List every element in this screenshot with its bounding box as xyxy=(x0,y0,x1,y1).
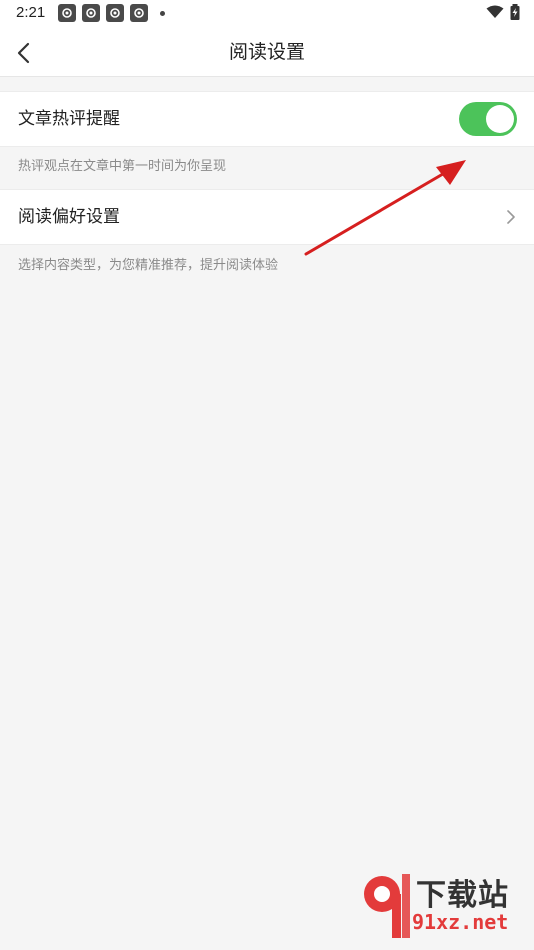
app-notif-icon xyxy=(82,4,100,22)
setting-label: 阅读偏好设置 xyxy=(18,207,120,227)
wifi-icon xyxy=(486,5,504,18)
setting-label: 文章热评提醒 xyxy=(18,109,120,129)
chevron-right-icon xyxy=(507,210,515,224)
toggle-knob xyxy=(486,105,514,133)
watermark-brand-bottom: 91xz.net xyxy=(412,910,509,934)
setting-hint: 热评观点在文章中第一时间为你呈现 xyxy=(18,159,227,174)
status-bar: 2:21 xyxy=(0,0,534,28)
setting-hint: 选择内容类型，为您精准推荐，提升阅读体验 xyxy=(18,258,279,273)
status-indicators xyxy=(486,4,520,20)
watermark-brand-top: 下载站 xyxy=(416,878,509,913)
section-divider xyxy=(0,77,534,91)
chevron-left-icon xyxy=(17,42,30,64)
hot-comment-toggle[interactable] xyxy=(459,102,517,136)
app-notif-icon xyxy=(106,4,124,22)
page-title: 阅读设置 xyxy=(228,41,305,63)
more-notifications-dot-icon xyxy=(160,10,165,16)
battery-charging-icon xyxy=(510,4,520,20)
app-notif-icon xyxy=(58,4,76,22)
setting-row-reading-preferences[interactable]: 阅读偏好设置 xyxy=(0,189,534,245)
back-button[interactable] xyxy=(6,36,40,70)
app-notif-icon xyxy=(130,4,148,22)
app-bar: 阅读设置 xyxy=(0,28,534,77)
status-time: 2:21 xyxy=(16,4,46,21)
watermark: 下载站 91xz.net xyxy=(358,866,528,946)
watermark-logo-icon xyxy=(364,874,410,938)
notification-icons xyxy=(58,4,165,22)
setting-row-hot-comment-reminder[interactable]: 文章热评提醒 xyxy=(0,91,534,147)
